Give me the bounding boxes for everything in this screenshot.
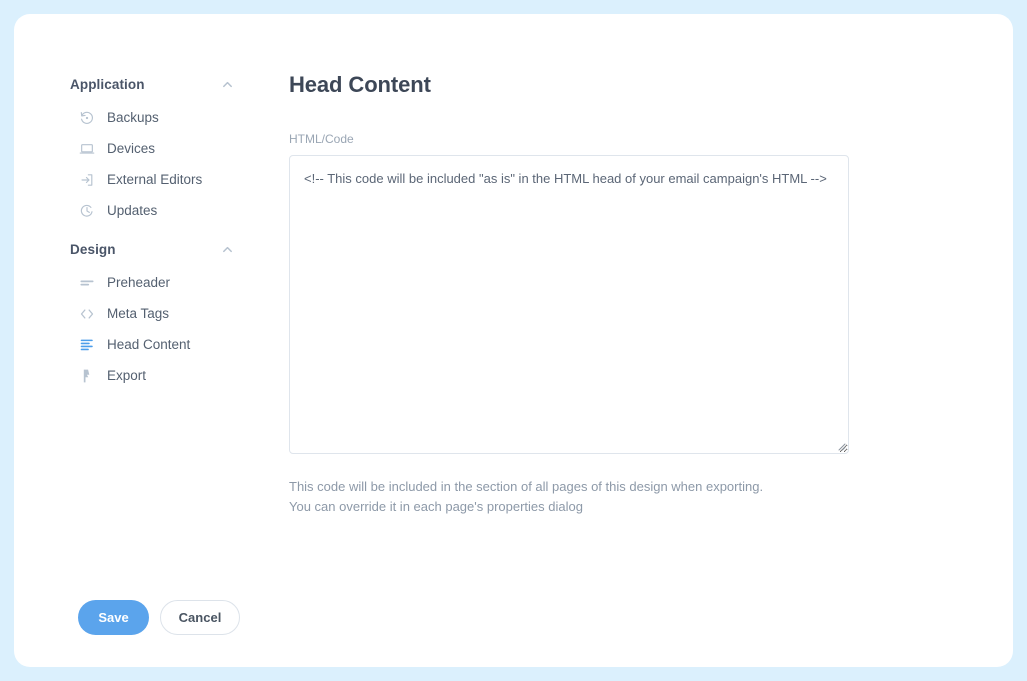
chevron-up-icon[interactable] <box>221 243 234 256</box>
sidebar-item-meta-tags[interactable]: Meta Tags <box>56 298 246 329</box>
sidebar-item-updates[interactable]: Updates <box>56 195 246 226</box>
backup-restore-icon <box>78 109 96 127</box>
sidebar-group-header-application[interactable]: Application <box>56 72 246 96</box>
external-editor-icon <box>78 171 96 189</box>
sidebar-group-title-design: Design <box>70 241 116 257</box>
sidebar-item-external-editors[interactable]: External Editors <box>56 164 246 195</box>
sidebar-item-label: Meta Tags <box>107 306 170 321</box>
sidebar-item-preheader[interactable]: Preheader <box>56 267 246 298</box>
settings-card: Application Backups Devices External Edi… <box>14 14 1013 667</box>
sidebar-item-label: Devices <box>107 141 156 156</box>
sidebar-item-backups[interactable]: Backups <box>56 102 246 133</box>
chevron-up-icon[interactable] <box>221 78 234 91</box>
help-text: This code will be included in the sectio… <box>289 477 849 517</box>
sidebar-group-title-application: Application <box>70 76 145 92</box>
lightning-bolt-icon <box>78 367 96 385</box>
sidebar-group-header-design[interactable]: Design <box>56 237 246 261</box>
sidebar-item-label: Preheader <box>107 275 171 290</box>
sidebar-item-head-content[interactable]: Head Content <box>56 329 246 360</box>
html-code-field-wrapper <box>289 155 849 454</box>
sidebar-item-label: Updates <box>107 203 158 218</box>
html-code-textarea[interactable] <box>289 155 849 454</box>
sidebar-item-label: External Editors <box>107 172 203 187</box>
sidebar: Application Backups Devices External Edi… <box>56 72 246 391</box>
page-title: Head Content <box>289 72 431 97</box>
html-code-label: HTML/Code <box>289 132 354 146</box>
cancel-button[interactable]: Cancel <box>160 600 240 635</box>
form-actions: Save Cancel <box>78 600 240 635</box>
help-line-1: This code will be included in the sectio… <box>289 479 764 494</box>
main-panel: Head Content HTML/Code This code will be… <box>289 72 983 517</box>
sidebar-item-export[interactable]: Export <box>56 360 246 391</box>
help-line-2: You can override it in each page's prope… <box>289 499 583 515</box>
text-lines-icon <box>78 274 96 292</box>
sidebar-item-devices[interactable]: Devices <box>56 133 246 164</box>
sidebar-item-label: Backups <box>107 110 159 125</box>
sidebar-item-label: Export <box>107 368 147 383</box>
sidebar-item-label: Head Content <box>107 337 191 352</box>
laptop-icon <box>78 140 96 158</box>
code-brackets-icon <box>78 305 96 323</box>
update-refresh-icon <box>78 202 96 220</box>
save-button[interactable]: Save <box>78 600 149 635</box>
sidebar-group-spacer <box>56 226 246 237</box>
align-lines-icon <box>78 336 96 354</box>
